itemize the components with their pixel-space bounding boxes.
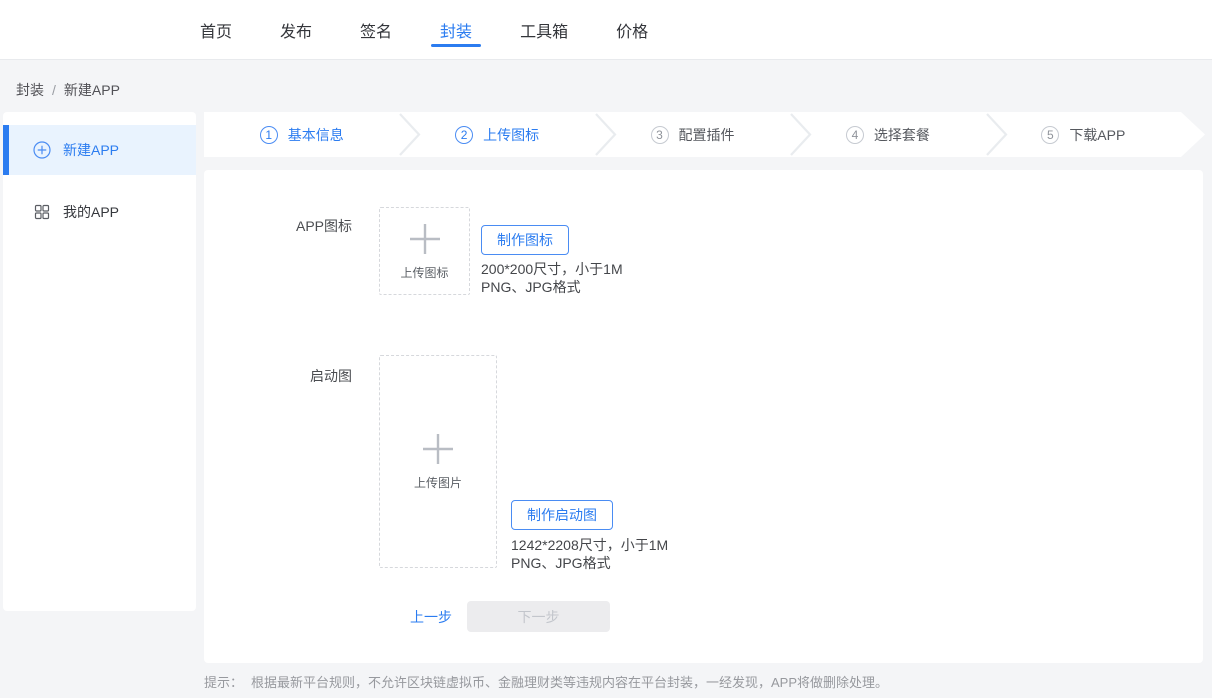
step-number-badge: 4: [846, 126, 864, 144]
breadcrumb: 封装 / 新建APP: [16, 80, 120, 100]
app-icon-field-label: APP图标: [204, 216, 352, 236]
breadcrumb-current: 新建APP: [64, 82, 120, 98]
nav-item-publish[interactable]: 发布: [280, 0, 312, 60]
launch-image-hint-line1: 1242*2208尺寸，小于1M: [511, 536, 668, 554]
step-2-upload-icon[interactable]: 2 上传图标: [399, 112, 594, 157]
step-label: 基本信息: [288, 125, 344, 145]
app-icon-hint-line1: 200*200尺寸，小于1M: [481, 260, 623, 278]
step-label: 选择套餐: [874, 125, 930, 145]
nav-item-toolbox[interactable]: 工具箱: [520, 0, 568, 60]
app-icon-hint: 200*200尺寸，小于1M PNG、JPG格式: [481, 260, 623, 296]
step-number-badge: 1: [260, 126, 278, 144]
sidebar-item-my-apps[interactable]: 我的APP: [3, 187, 196, 237]
nav-item-package[interactable]: 封装: [440, 0, 472, 60]
step-label: 上传图标: [483, 125, 539, 145]
app-icon-upload-box[interactable]: 上传图标: [379, 207, 470, 295]
nav-item-home[interactable]: 首页: [200, 0, 232, 60]
breadcrumb-separator: /: [52, 82, 56, 98]
nav-item-sign[interactable]: 签名: [360, 0, 392, 60]
step-label: 配置插件: [679, 125, 735, 145]
footer-hint-prefix: 提示：: [204, 675, 243, 690]
step-label: 下载APP: [1069, 125, 1125, 145]
previous-step-button[interactable]: 上一步: [410, 601, 452, 632]
make-launch-image-button[interactable]: 制作启动图: [511, 500, 613, 530]
plus-circle-icon: [33, 141, 51, 159]
sidebar-item-label: 新建APP: [63, 140, 119, 160]
sidebar: 新建APP 我的APP: [3, 112, 196, 611]
step-1-basic-info[interactable]: 1 基本信息: [204, 112, 399, 157]
app-icon-hint-line2: PNG、JPG格式: [481, 278, 623, 296]
make-icon-button[interactable]: 制作图标: [481, 225, 569, 255]
step-number-badge: 3: [651, 126, 669, 144]
step-5-download-app[interactable]: 5 下载APP: [986, 112, 1181, 157]
nav-item-price[interactable]: 价格: [616, 0, 648, 60]
plus-icon: [420, 432, 456, 466]
plus-icon: [407, 222, 443, 256]
next-step-button[interactable]: 下一步: [467, 601, 610, 632]
sidebar-item-new-app[interactable]: 新建APP: [3, 125, 196, 175]
step-3-configure-plugins[interactable]: 3 配置插件: [595, 112, 790, 157]
launch-image-field-label: 启动图: [204, 366, 352, 386]
launch-image-upload-box[interactable]: 上传图片: [379, 355, 497, 568]
breadcrumb-section[interactable]: 封装: [16, 82, 44, 98]
grid-icon: [33, 203, 51, 221]
footer-hint-text: 根据最新平台规则，不允许区块链虚拟币、金融理财类等违规内容在平台封装，一经发现，…: [251, 675, 888, 690]
step-number-badge: 5: [1041, 126, 1059, 144]
steps-wizard: 1 基本信息 2 上传图标 3 配置插件 4 选择套餐: [204, 112, 1205, 157]
upload-box-label: 上传图标: [400, 264, 448, 281]
step-4-select-plan[interactable]: 4 选择套餐: [790, 112, 985, 157]
footer-hint: 提示： 根据最新平台规则，不允许区块链虚拟币、金融理财类等违规内容在平台封装，一经…: [204, 672, 888, 691]
content-panel: APP图标 上传图标 制作图标 200*200尺寸，小于1M PNG、JPG格式…: [204, 170, 1203, 663]
sidebar-item-label: 我的APP: [63, 202, 119, 222]
top-nav: 首页 发布 签名 封装 工具箱 价格: [0, 0, 1212, 60]
launch-image-hint: 1242*2208尺寸，小于1M PNG、JPG格式: [511, 536, 668, 572]
upload-box-label: 上传图片: [414, 474, 462, 491]
page-background: 首页 发布 签名 封装 工具箱 价格 封装 / 新建APP 新建APP: [0, 0, 1212, 698]
launch-image-hint-line2: PNG、JPG格式: [511, 554, 668, 572]
step-number-badge: 2: [455, 126, 473, 144]
